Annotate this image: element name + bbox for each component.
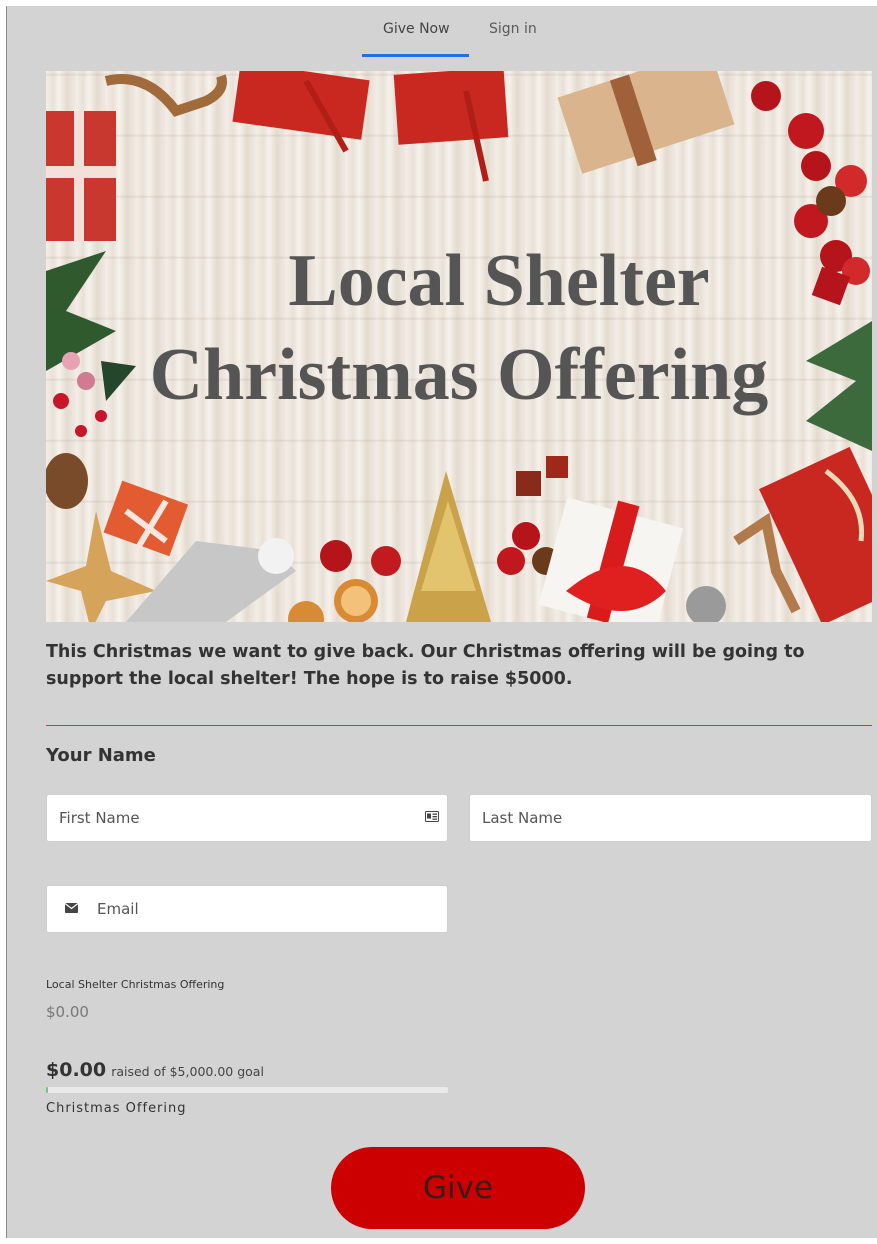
- progress-bar: [46, 1087, 448, 1093]
- first-name-field-wrapper: [46, 794, 448, 842]
- intro-text: This Christmas we want to give back. Our…: [46, 642, 805, 689]
- give-button[interactable]: Give: [331, 1147, 585, 1229]
- campaign-label: Christmas Offering: [46, 1101, 187, 1116]
- fund-name: Local Shelter Christmas Offering: [46, 978, 225, 991]
- email-field-wrapper: [46, 885, 448, 933]
- active-tab-indicator: [362, 54, 469, 57]
- tab-give-now[interactable]: Give Now: [383, 21, 450, 37]
- raised-goal-text: raised of $5,000.00 goal: [111, 1064, 264, 1079]
- your-name-label: Your Name: [46, 745, 156, 766]
- email-input[interactable]: [47, 886, 447, 932]
- raised-amount: $0.00: [46, 1059, 107, 1081]
- last-name-field-wrapper: [469, 794, 872, 842]
- hero-title-line-1: Local Shelter: [288, 240, 710, 322]
- progress-bar-fill: [46, 1087, 48, 1093]
- hero-title-line-2: Christmas Offering: [149, 334, 769, 416]
- last-name-input[interactable]: [470, 795, 871, 841]
- first-name-input[interactable]: [47, 795, 447, 841]
- tab-sign-in[interactable]: Sign in: [489, 21, 537, 37]
- section-divider: [46, 725, 872, 726]
- contact-card-icon: [425, 811, 439, 822]
- envelope-icon: [65, 903, 78, 913]
- top-nav: Give Now Sign in: [7, 7, 877, 59]
- hero-banner-image: Local Shelter Christmas Offering: [46, 71, 872, 622]
- raised-summary: $0.00 raised of $5,000.00 goal: [46, 1059, 264, 1081]
- page-frame: Give Now Sign in Local Shelter Christmas…: [6, 6, 877, 1238]
- fund-amount: $0.00: [46, 1003, 89, 1021]
